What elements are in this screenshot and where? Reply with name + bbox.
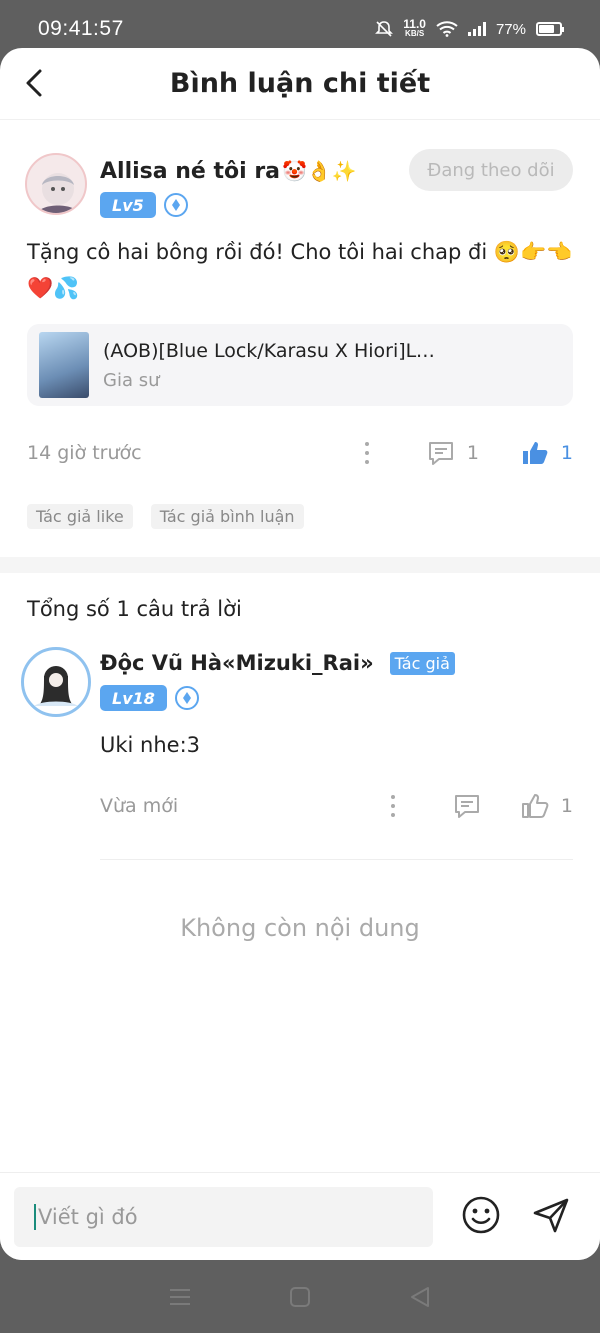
tag-author-comment: Tác giả bình luận (150, 504, 304, 529)
reply-button[interactable]: 1 (427, 440, 479, 466)
reply-like-button[interactable]: 1 (521, 793, 573, 819)
chevron-left-icon (26, 69, 42, 97)
reply-badges: Lv18 (100, 685, 573, 711)
reply-item: Độc Vũ Hà«Mizuki_Rai» Tác giả Lv18 Uki n… (0, 647, 600, 860)
thumbs-up-icon (522, 442, 548, 464)
reply-actions: 1 (383, 793, 573, 819)
smiley-icon (462, 1196, 500, 1233)
bell-muted-icon (375, 21, 394, 37)
battery-icon (536, 22, 564, 36)
tag-author-like: Tác giả like (27, 504, 133, 529)
input-placeholder: Viết gì đó (38, 1204, 138, 1229)
menu-icon[interactable] (168, 1287, 192, 1307)
like-count: 1 (560, 442, 573, 464)
emoji-button[interactable] (461, 1195, 501, 1239)
wifi-icon (436, 21, 458, 37)
comment-meta: 14 giờ trước 1 1 (27, 436, 573, 470)
reply-divider (100, 859, 573, 860)
reply-avatar[interactable] (21, 647, 91, 717)
replies-title: Tổng số 1 câu trả lời (27, 597, 242, 621)
no-more-content: Không còn nội dung (180, 914, 420, 942)
home-icon[interactable] (289, 1286, 311, 1308)
comment-icon (454, 795, 479, 818)
status-icons: 11.0 KB/S 77% (375, 17, 564, 39)
comment-input[interactable]: Viết gì đó (14, 1186, 433, 1247)
comment-text: Tặng cô hai bông rồi đó! Cho tôi hai cha… (27, 240, 573, 300)
level-badge: Lv5 (100, 192, 156, 218)
username[interactable]: Allisa né tôi ra (100, 159, 280, 184)
send-icon (533, 1198, 569, 1232)
like-button[interactable]: 1 (521, 440, 573, 466)
tags: Tác giả like Tác giả bình luận (27, 504, 573, 529)
reply-count: 1 (466, 442, 479, 464)
page-title: Bình luận chi tiết (169, 68, 431, 99)
more-options-icon[interactable] (357, 442, 377, 464)
header: Bình luận chi tiết (0, 48, 600, 120)
signal-icon (467, 22, 486, 36)
timestamp: 14 giờ trước (27, 442, 142, 464)
back-button[interactable] (24, 66, 54, 100)
reply-timestamp: Vừa mới (100, 795, 179, 817)
more-options-icon[interactable] (383, 795, 403, 817)
main-comment: Allisa né tôi ra 🤡👌✨ Đang theo dõi Lv5 T… (0, 120, 600, 529)
book-cover (39, 332, 89, 398)
text-caret (34, 1203, 36, 1230)
reply-text: Uki nhe:3 (100, 733, 201, 757)
comment-icon (428, 442, 453, 465)
diamond-icon (163, 193, 188, 217)
user-badges: Lv5 (100, 192, 573, 218)
reply-username[interactable]: Độc Vũ Hà«Mizuki_Rai» (100, 651, 374, 675)
compose-bar: Viết gì đó (0, 1172, 600, 1260)
book-subtitle: Gia sư (103, 369, 160, 391)
reply-meta: Vừa mới 1 (100, 789, 573, 823)
thumbs-up-outline-icon (521, 794, 549, 818)
author-tag: Tác giả (389, 651, 455, 675)
book-card[interactable]: (AOB)[Blue Lock/Karasu X Hiori]Lov... Gi… (27, 324, 573, 406)
battery-percent: 77% (495, 20, 526, 38)
back-nav-icon[interactable] (408, 1285, 432, 1309)
send-button[interactable] (531, 1195, 571, 1239)
level-badge: Lv18 (100, 685, 167, 711)
comment-actions: 1 1 (357, 440, 573, 466)
username-emoji: 🤡👌✨ (282, 159, 357, 183)
reply-like-count: 1 (560, 795, 573, 817)
diamond-icon (174, 686, 199, 710)
net-speed: 11.0 KB/S (403, 17, 426, 38)
section-divider (0, 557, 600, 573)
avatar[interactable] (25, 153, 87, 215)
reply-comment-button[interactable] (453, 793, 481, 819)
follow-button[interactable]: Đang theo dõi (409, 149, 573, 191)
book-title: (AOB)[Blue Lock/Karasu X Hiori]Lov... (103, 339, 443, 362)
system-nav-bar (0, 1260, 600, 1333)
book-info: (AOB)[Blue Lock/Karasu X Hiori]Lov... Gi… (103, 340, 443, 391)
status-time: 09:41:57 (38, 17, 124, 40)
comment-detail-sheet: Bình luận chi tiết Allisa né tôi ra 🤡👌✨ … (0, 48, 600, 1260)
reply-user-line: Độc Vũ Hà«Mizuki_Rai» Tác giả (100, 647, 573, 679)
